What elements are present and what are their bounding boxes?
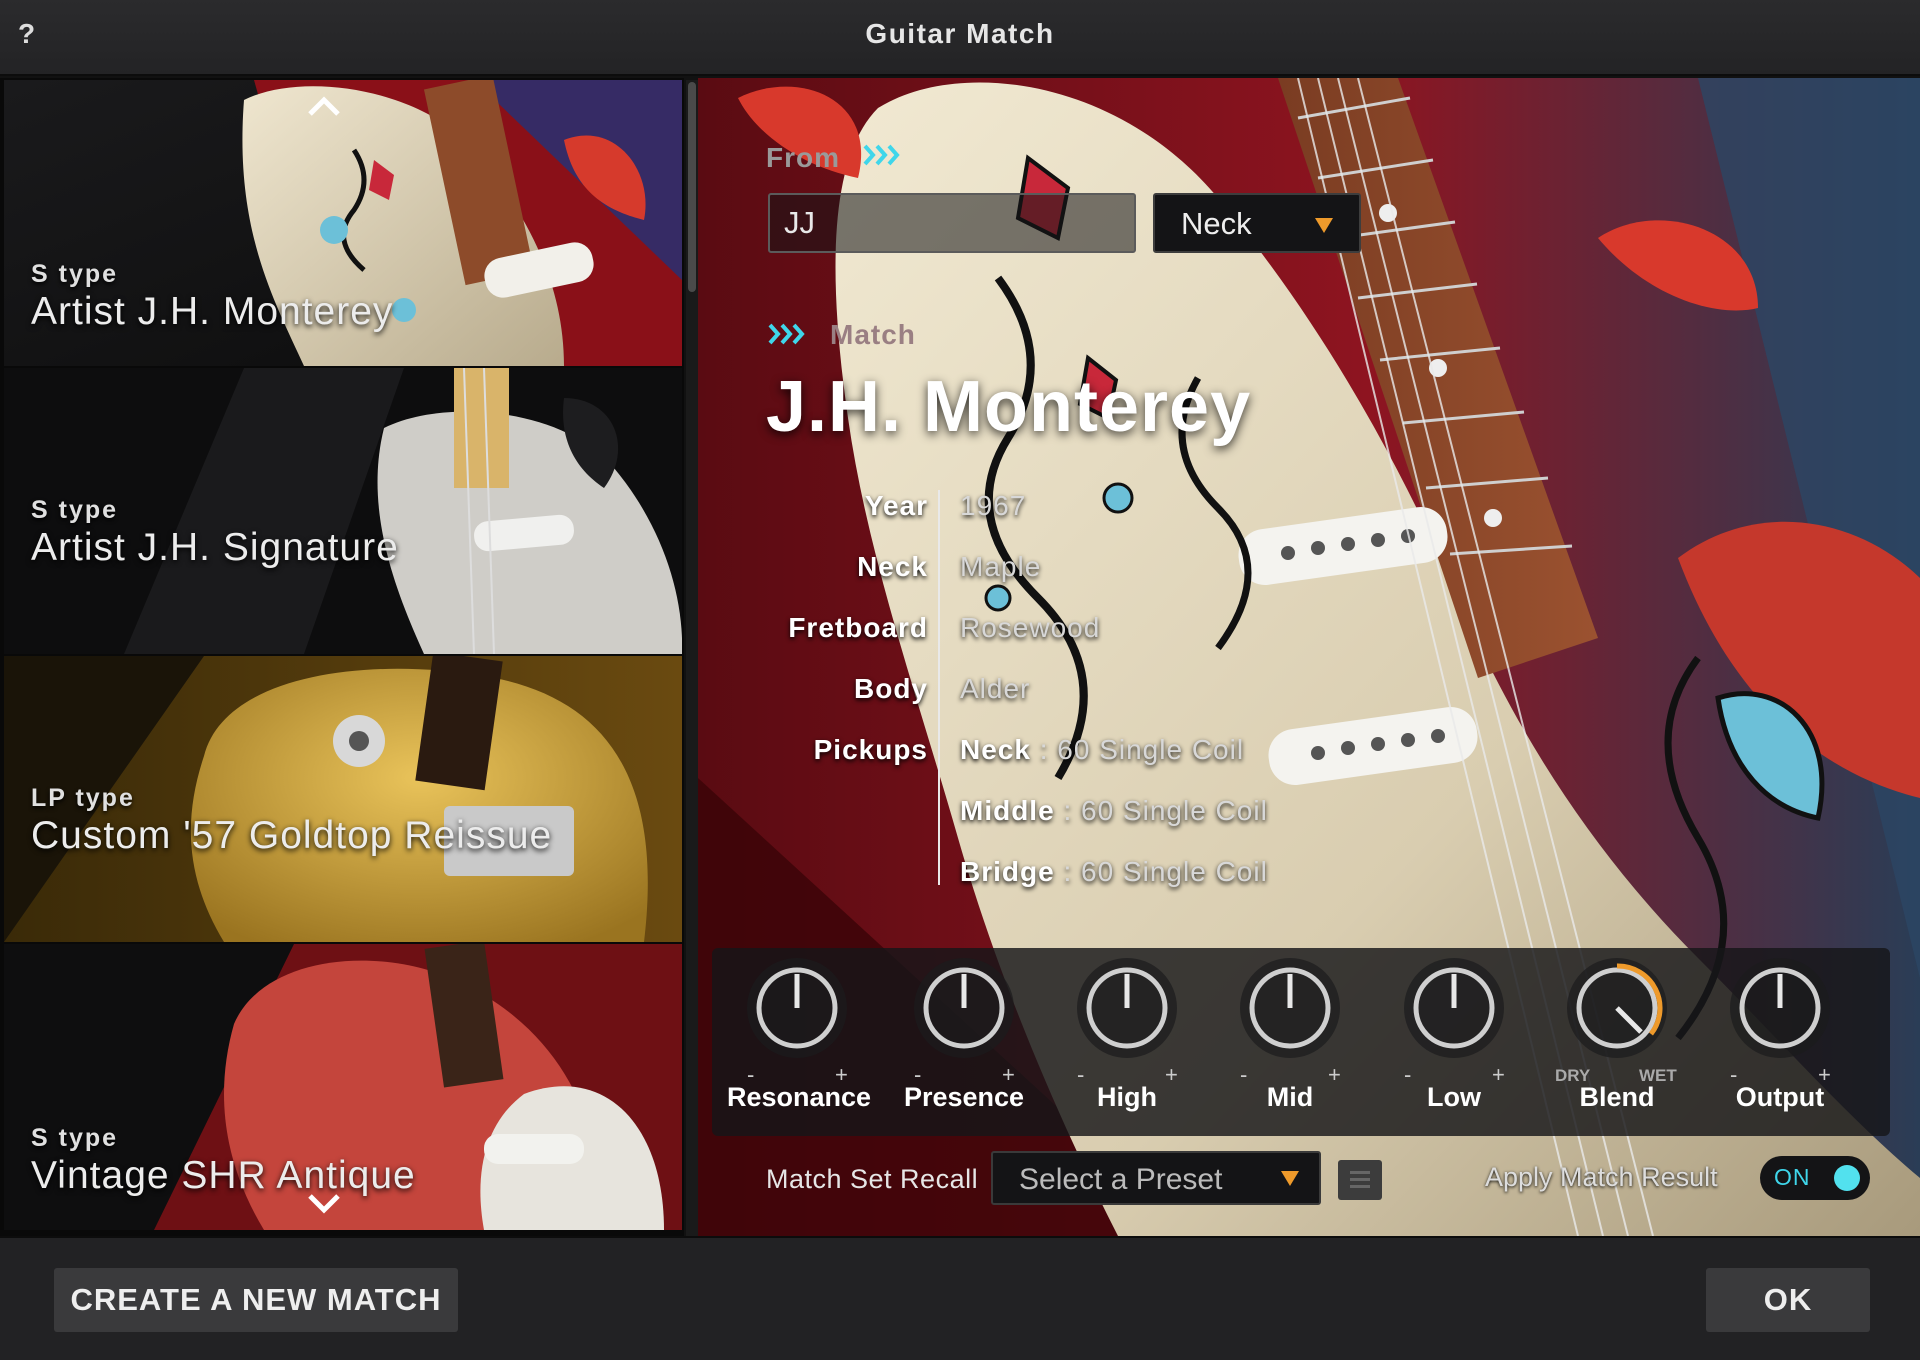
- spec-body-value: Alder: [960, 673, 1031, 704]
- knob-blend[interactable]: DRY WET Blend: [1547, 958, 1687, 1128]
- apply-match-result-label: Apply Match Result: [1485, 1162, 1718, 1192]
- preset-menu-button[interactable]: [1338, 1160, 1382, 1200]
- guitar-card-3[interactable]: LP type Custom '57 Goldtop Reissue: [4, 656, 682, 942]
- spec-fretboard-value: Rosewood: [960, 612, 1101, 643]
- guitar-name: Artist J.H. Signature: [31, 526, 399, 569]
- guitar-type: S type: [31, 260, 119, 288]
- knob-resonance[interactable]: - + Resonance: [727, 958, 872, 1128]
- knob-label: Low: [1427, 1082, 1481, 1112]
- guitar-name: Vintage SHR Antique: [31, 1154, 416, 1197]
- dropdown-arrow-icon: [1281, 1171, 1299, 1186]
- ok-button[interactable]: OK: [1706, 1268, 1870, 1332]
- knob-label: High: [1097, 1082, 1157, 1112]
- dropdown-arrow-icon: [1315, 218, 1333, 233]
- knob-dial-icon: [1567, 958, 1667, 1058]
- knob-label: Presence: [903, 1082, 1025, 1112]
- guitar-type: S type: [31, 1124, 119, 1152]
- preset-select-value: Select a Preset: [1019, 1163, 1223, 1196]
- from-pickup-input[interactable]: [768, 193, 1136, 253]
- tone-knobs-panel: - + Resonance - + Presence - + High - + Mid …: [712, 948, 1890, 1136]
- apply-match-toggle[interactable]: ON: [1760, 1156, 1870, 1200]
- match-set-recall-label: Match Set Recall: [766, 1164, 979, 1194]
- window-title: Guitar Match: [865, 18, 1055, 49]
- spec-year-label: Year: [864, 490, 928, 521]
- guitar-type: S type: [31, 496, 119, 524]
- guitar-name: Artist J.H. Monterey: [31, 290, 394, 333]
- title-bar: ? Guitar Match: [0, 0, 1920, 76]
- guitar-card-2[interactable]: S type Artist J.H. Signature: [4, 368, 682, 654]
- spec-fretboard-label: Fretboard: [788, 612, 928, 643]
- pickup-position-value: Neck: [1181, 206, 1252, 241]
- knob-label: Resonance: [727, 1082, 872, 1112]
- knob-dial-icon: [1404, 958, 1504, 1058]
- detail-panel: From Neck Match J.H. Monterey Year 1967 …: [698, 78, 1920, 1236]
- from-label: From: [766, 142, 840, 173]
- knob-label: Output: [1735, 1082, 1825, 1112]
- knob-dial-icon: [1240, 958, 1340, 1058]
- spec-pickup-neck: Neck : 60 Single Coil: [960, 734, 1245, 765]
- list-scrollbar-thumb[interactable]: [688, 82, 696, 292]
- knob-low[interactable]: - + Low: [1384, 958, 1524, 1128]
- knob-label: Blend: [1579, 1082, 1655, 1112]
- knob-presence[interactable]: - + Presence: [894, 958, 1034, 1128]
- knob-label: Mid: [1266, 1082, 1314, 1112]
- spec-year-value: 1967: [960, 490, 1027, 521]
- knob-dial-icon: [1077, 958, 1177, 1058]
- chevrons-right-icon: [768, 323, 805, 345]
- guitar-card-1[interactable]: S type Artist J.H. Monterey: [4, 80, 682, 366]
- toggle-state-label: ON: [1774, 1164, 1811, 1190]
- spec-neck-label: Neck: [857, 551, 928, 582]
- knob-high[interactable]: - + High: [1057, 958, 1197, 1128]
- match-label: Match: [830, 319, 916, 350]
- chevron-up-icon: [308, 96, 340, 116]
- chevron-down-icon: [308, 1194, 340, 1214]
- spec-pickup-bridge: Bridge : 60 Single Coil: [960, 856, 1268, 887]
- knob-output[interactable]: - + Output: [1710, 958, 1850, 1128]
- create-new-match-button[interactable]: CREATE A NEW MATCH: [54, 1268, 458, 1332]
- spec-pickups-label: Pickups: [813, 734, 928, 765]
- pickup-position-select[interactable]: Neck: [1153, 193, 1361, 253]
- bottom-bar: CREATE A NEW MATCH OK: [0, 1236, 1920, 1360]
- spec-neck-value: Maple: [960, 551, 1042, 582]
- knob-dial-icon: [914, 958, 1014, 1058]
- scroll-down-button[interactable]: [294, 1186, 354, 1226]
- scroll-up-button[interactable]: [294, 86, 354, 126]
- matched-model-title: J.H. Monterey: [766, 367, 1252, 447]
- guitar-card-4[interactable]: S type Vintage SHR Antique: [4, 944, 682, 1230]
- knob-dial-icon: [747, 958, 847, 1058]
- knob-mid[interactable]: - + Mid: [1220, 958, 1360, 1128]
- guitar-name: Custom '57 Goldtop Reissue: [31, 814, 553, 857]
- spec-pickup-middle: Middle : 60 Single Coil: [960, 795, 1268, 826]
- toggle-knob: [1834, 1165, 1860, 1191]
- spec-divider: [938, 490, 940, 885]
- guitar-type: LP type: [31, 784, 135, 812]
- knob-dial-icon: [1730, 958, 1830, 1058]
- preset-select[interactable]: Select a Preset: [991, 1151, 1321, 1205]
- spec-body-label: Body: [854, 673, 928, 704]
- chevrons-right-icon: [863, 144, 900, 166]
- guitar-list: S type Artist J.H. Monterey S type Artis…: [0, 78, 684, 1236]
